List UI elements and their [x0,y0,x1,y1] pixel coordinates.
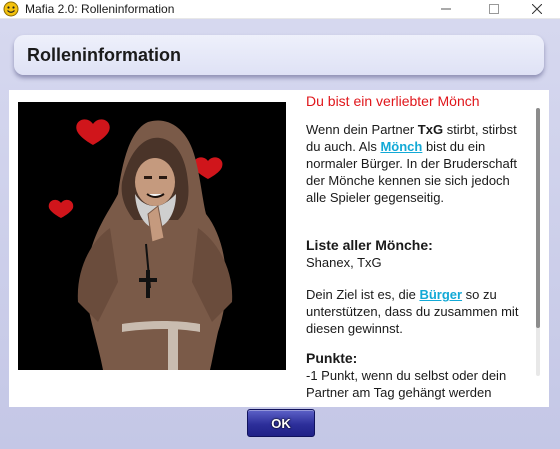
maximize-icon [489,4,499,14]
role-heading: Du bist ein verliebter Mönch [306,93,480,109]
close-icon [532,4,542,14]
buerger-link[interactable]: Bürger [419,287,462,302]
dialog-window: Rolleninformation Du bist ein verliebter… [0,19,560,449]
maximize-button[interactable] [471,0,517,18]
text-span: Wenn dein Partner [306,122,418,137]
title-bar: Mafia 2.0: Rolleninformation [0,0,560,19]
moench-link[interactable]: Mönch [380,139,422,154]
close-button[interactable] [514,0,560,18]
monk-list: Shanex, TxG [306,255,382,270]
scrollbar[interactable] [536,108,540,376]
minimize-icon [441,8,451,10]
window-title: Mafia 2.0: Rolleninformation [25,2,175,16]
monk-with-hearts-illustration [18,102,286,370]
role-description: Du bist ein verliebter Mönch Wenn dein P… [306,91,526,401]
ok-label: OK [271,415,291,431]
role-paragraph-1: Wenn dein Partner TxG stirbt, stirbst du… [306,121,526,206]
role-paragraph-2: Dein Ziel ist es, die Bürger so zu unter… [306,286,526,337]
points-text: -1 Punkt, wenn du selbst oder dein Partn… [306,368,507,400]
partner-name: TxG [417,122,444,137]
header-panel: Rolleninformation [14,35,544,75]
smiley-icon [3,1,19,17]
list-heading: Liste aller Mönche: [306,237,433,253]
text-span: Dein Ziel ist es, die [306,287,420,302]
monk-illustration-svg [18,102,286,370]
role-content-panel: Du bist ein verliebter Mönch Wenn dein P… [9,90,549,407]
scroll-thumb[interactable] [536,108,540,328]
page-title: Rolleninformation [27,45,181,65]
points-heading: Punkte: [306,350,358,366]
minimize-button[interactable] [423,0,469,18]
ok-button[interactable]: OK [247,409,315,437]
